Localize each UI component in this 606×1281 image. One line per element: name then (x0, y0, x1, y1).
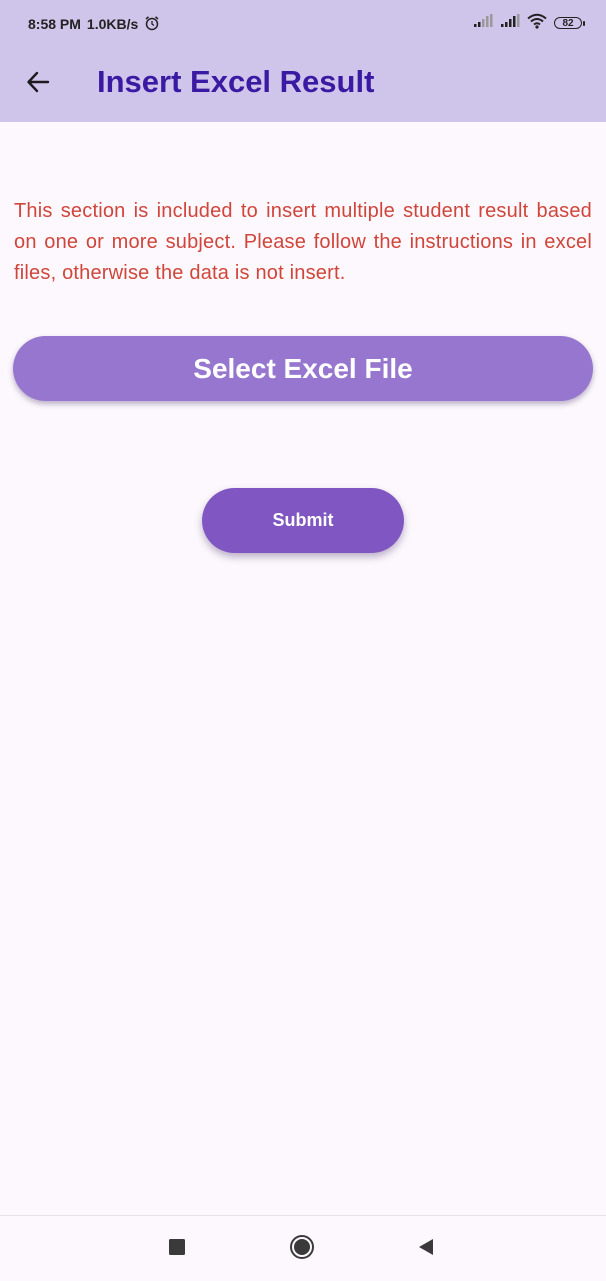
arrow-left-icon (25, 69, 51, 100)
signal-icon (500, 13, 520, 33)
recent-apps-button[interactable] (162, 1234, 192, 1264)
instructions-text: This section is included to insert multi… (14, 200, 592, 284)
app-bar: Insert Excel Result (0, 46, 606, 122)
home-button[interactable] (287, 1234, 317, 1264)
wifi-icon (527, 13, 547, 34)
page-title: Insert Excel Result (97, 64, 375, 99)
back-icon (416, 1237, 436, 1262)
system-nav-bar (0, 1215, 606, 1281)
status-net-speed: 1.0KB/s (86, 16, 139, 32)
recent-apps-icon (168, 1238, 186, 1261)
back-button[interactable] (22, 68, 54, 100)
submit-button[interactable]: Submit (202, 488, 404, 553)
nav-back-button[interactable] (411, 1234, 441, 1264)
status-bar: 8:58 PM 1.0KB/s 82 (0, 0, 606, 46)
status-left: 8:58 PM 1.0KB/s (28, 14, 160, 34)
signal-icon (473, 13, 493, 33)
status-right: 82 (473, 13, 585, 34)
select-excel-file-button[interactable]: Select Excel File (13, 336, 593, 401)
alarm-icon (144, 15, 160, 34)
status-time: 8:58 PM (28, 16, 81, 32)
battery-icon: 82 (554, 17, 585, 29)
home-icon (289, 1234, 315, 1265)
